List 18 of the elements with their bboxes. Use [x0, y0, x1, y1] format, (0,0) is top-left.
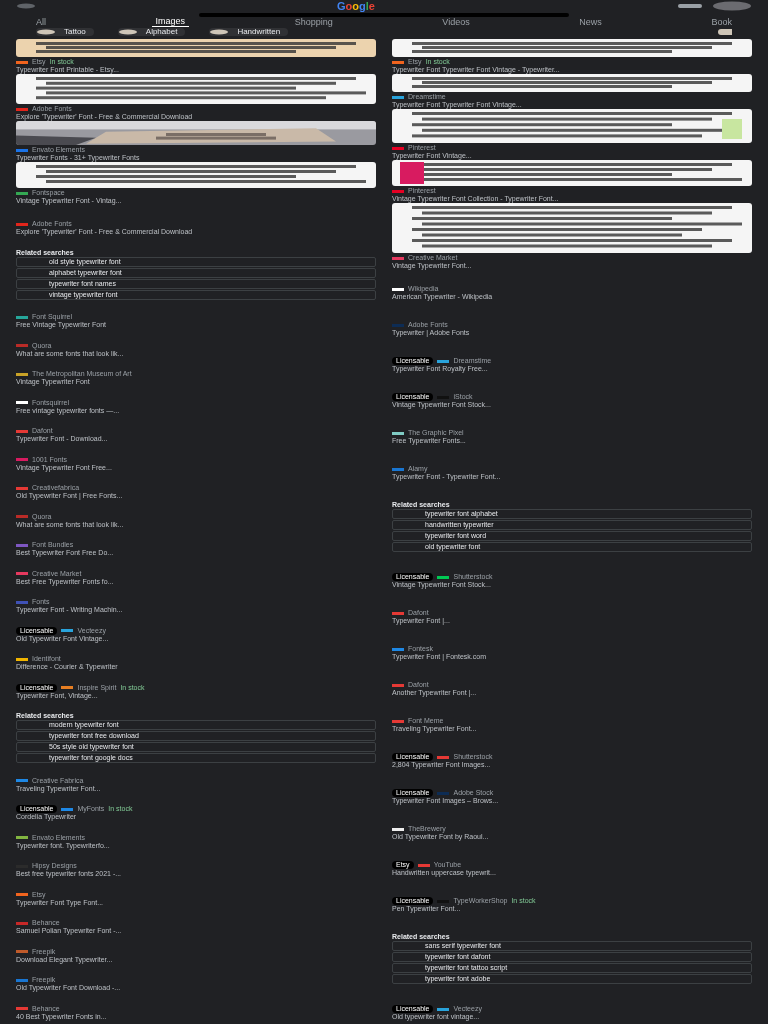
- apps-icon[interactable]: [676, 2, 704, 10]
- chip-thumbnail: [209, 29, 230, 35]
- chip-thumbnail: [117, 29, 138, 35]
- tab[interactable]: All: [32, 18, 50, 27]
- tab[interactable]: Shopping: [290, 18, 337, 27]
- tab[interactable]: News: [575, 18, 606, 27]
- search-field[interactable]: [199, 13, 569, 17]
- chip-thumbnail[interactable]: [718, 29, 732, 35]
- google-logo[interactable]: Google: [337, 0, 375, 12]
- filter-chip[interactable]: Alphabet: [117, 28, 186, 36]
- avatar-icon[interactable]: [712, 1, 752, 11]
- tab[interactable]: Images: [151, 18, 190, 27]
- chip-thumbnail: [36, 29, 56, 35]
- tab[interactable]: Videos: [438, 18, 474, 27]
- menu-icon[interactable]: [16, 3, 36, 9]
- filter-chip[interactable]: Tattoo: [36, 28, 94, 36]
- tab[interactable]: Book: [707, 18, 736, 27]
- filter-chip[interactable]: Handwritten: [209, 28, 289, 36]
